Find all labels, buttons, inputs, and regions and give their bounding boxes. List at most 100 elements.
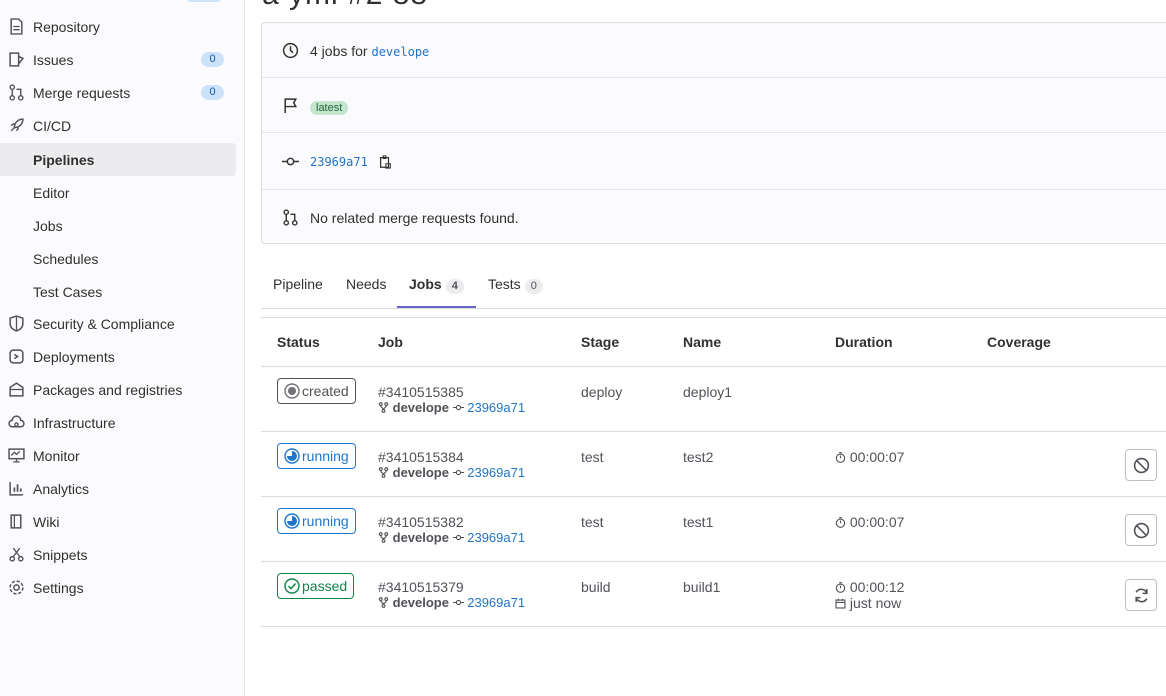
status-text: created [302,383,349,399]
sidebar-item-label: Issues [33,51,74,68]
commit-icon [452,534,464,541]
rocket-icon [10,118,24,132]
pipeline-tabs: Pipeline Needs Jobs 4 Tests 0 [261,264,1166,309]
commit-sha-link[interactable]: 23969a71 [467,530,525,545]
tab-jobs[interactable]: Jobs 4 [409,276,464,294]
merge-request-icon [283,209,298,226]
column-header-status: Status [277,334,320,350]
retry-button[interactable] [1125,579,1157,611]
finished-text: just now [849,595,902,611]
sidebar-item-label: Jobs [33,217,63,234]
flag-icon [284,98,298,113]
latest-badge: latest [310,101,349,115]
commit-icon [282,157,299,166]
sidebar-item-deployments[interactable]: Deployments [0,340,236,373]
sidebar-item-label: Packages and registries [33,381,183,398]
calendar-icon [835,598,846,609]
commit-sha-link[interactable]: 23969a71 [310,155,368,169]
issues-icon [9,52,25,67]
sidebar-item-label: Security & Compliance [33,315,175,332]
branch-link[interactable]: develope [393,530,449,545]
book-icon [10,514,22,529]
sidebar-item-snippets[interactable]: Snippets [0,538,236,571]
sidebar-item-repository[interactable]: Repository [0,10,236,43]
sidebar-item-ci-cd[interactable]: CI/CD [0,109,236,142]
sidebar-item-label: Test Cases [33,283,103,300]
table-row: created #3410515385 develope 23969a71 de… [261,366,1166,431]
no-merge-requests-text: No related merge requests found. [310,210,519,226]
sidebar-item-label: Analytics [33,480,90,497]
commit-sha-link[interactable]: 23969a71 [467,465,525,480]
sidebar-item-settings[interactable]: Settings [0,571,236,604]
duration-text: 00:00:07 [849,514,905,530]
status-badge[interactable]: running [277,443,356,469]
sidebar-item-issues[interactable]: Issues 0 [0,43,236,76]
active-tab-indicator [397,306,476,308]
job-ref: develope 23969a71 [378,530,525,545]
job-id-link[interactable]: #3410515379 [378,579,464,595]
table-row: running #3410515384 develope 23969a71 te… [261,431,1166,496]
sidebar-item-analytics[interactable]: Analytics [0,472,236,505]
sidebar-item-schedules[interactable]: Schedules [0,242,236,275]
job-stage: deploy [581,384,623,400]
column-header-stage: Stage [581,334,620,350]
snippet-icon [9,547,24,562]
sidebar-item-label: Infrastructure [33,414,116,431]
sidebar-item-security-compliance[interactable]: Security & Compliance [0,307,236,340]
cloud-gear-icon [8,415,25,428]
cancel-button[interactable] [1125,449,1157,481]
sidebar-item-monitor[interactable]: Monitor [0,439,236,472]
cancel-button[interactable] [1125,514,1157,546]
commit-sha-link[interactable]: 23969a71 [467,595,525,610]
job-name: test2 [683,449,714,465]
sidebar-item-wiki[interactable]: Wiki [0,505,236,538]
sidebar-item-test-cases[interactable]: Test Cases [0,275,236,308]
status-created-icon [284,383,300,399]
status-text: passed [302,578,348,594]
sidebar-item-infrastructure[interactable]: Infrastructure [0,406,236,439]
column-header-duration: Duration [835,334,893,350]
gear-icon [9,580,24,595]
job-stage: test [581,449,604,465]
tab-count-badge: 0 [524,279,543,294]
tab-needs[interactable]: Needs [346,276,386,292]
job-name: build1 [683,579,721,595]
sidebar-item-pipelines[interactable]: Pipelines [0,143,236,176]
timer-icon [835,452,846,463]
cancel-icon [1133,522,1150,539]
tab-pipeline[interactable]: Pipeline [273,276,323,292]
sidebar-item-jobs[interactable]: Jobs [0,209,236,242]
job-stage: test [581,514,604,530]
cancel-icon [1133,457,1150,474]
job-ref: develope 23969a71 [378,465,525,480]
status-badge[interactable]: passed [277,573,355,599]
job-stage: build [581,579,611,595]
table-divider [261,626,1166,627]
job-name: test1 [683,514,714,530]
branch-link[interactable]: develope [393,400,449,415]
sidebar-item-packages-registries[interactable]: Packages and registries [0,373,236,406]
branch-link[interactable]: develope [393,595,449,610]
job-ref: develope 23969a71 [378,595,525,610]
jobs-count-row: 4 jobs for develope [262,23,1166,78]
status-badge[interactable]: created [277,378,356,404]
status-badge[interactable]: running [277,508,356,534]
table-row: running #3410515382 develope 23969a71 te… [261,496,1166,561]
job-id-link[interactable]: #3410515384 [378,449,464,465]
job-id-link[interactable]: #3410515385 [378,384,464,400]
copy-clipboard-icon[interactable] [378,155,392,169]
branch-icon [378,597,389,608]
sidebar-item-merge-requests[interactable]: Merge requests 0 [0,76,236,109]
job-id-link[interactable]: #3410515382 [378,514,464,530]
sidebar-item-editor[interactable]: Editor [0,176,236,209]
branch-link[interactable]: develope [371,45,429,59]
tab-tests[interactable]: Tests 0 [488,276,543,294]
commit-sha-link[interactable]: 23969a71 [467,400,525,415]
branch-link[interactable]: develope [393,465,449,480]
sidebar-item-label: Schedules [33,250,99,267]
tab-count-badge: 4 [445,279,464,294]
timer-icon [835,517,846,528]
status-text: running [302,513,349,529]
job-duration: 00:00:07 [835,449,904,465]
commit-row: 23969a71 [262,133,1166,190]
